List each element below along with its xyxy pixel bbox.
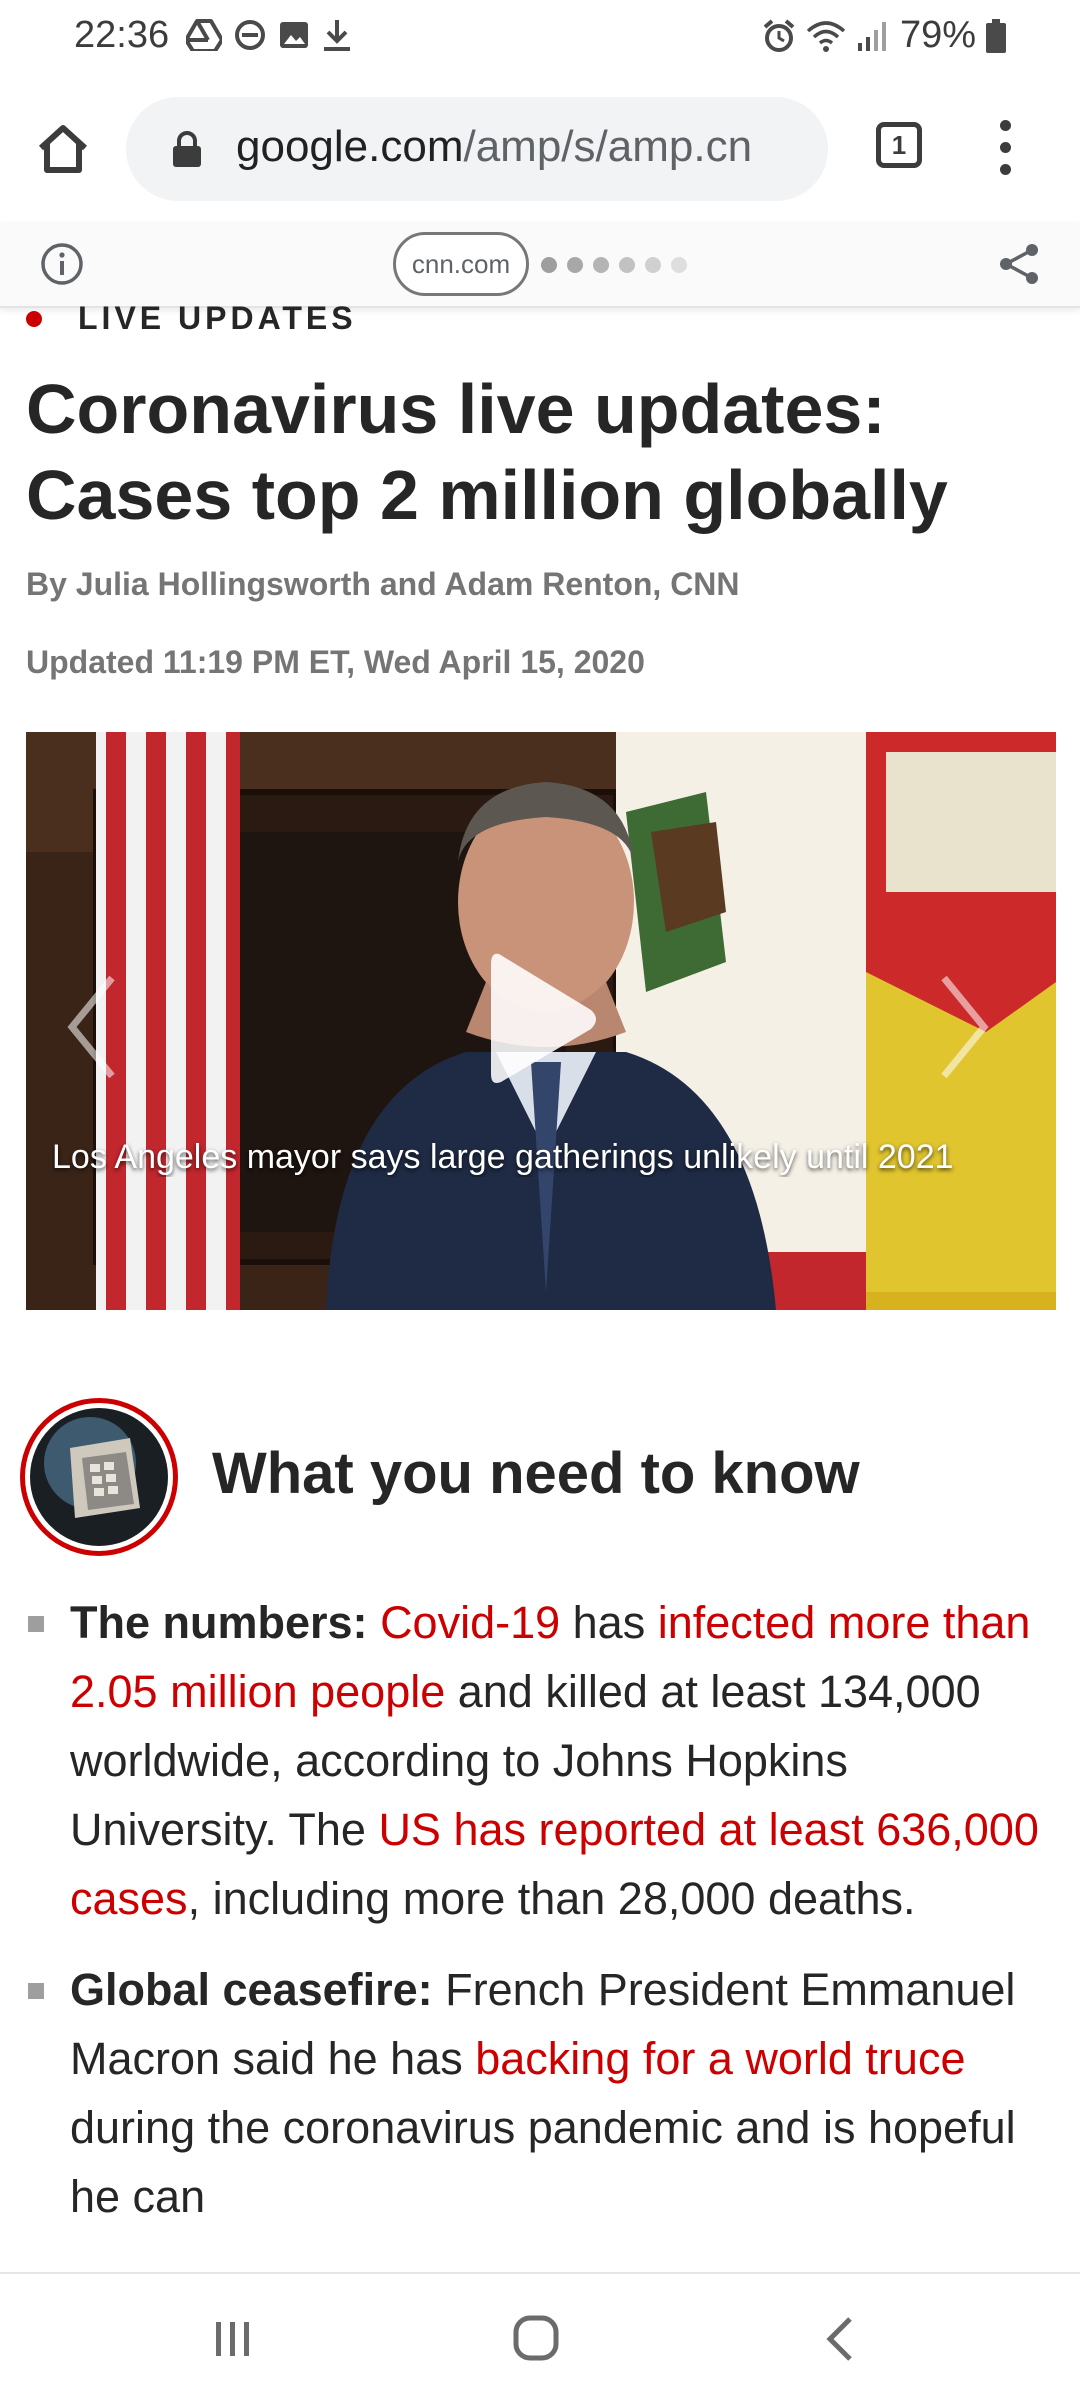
carousel-dot [593, 257, 609, 273]
do-not-disturb-icon [235, 20, 265, 50]
next-video-arrow-icon[interactable] [936, 972, 992, 1082]
url-domain: google.com [236, 122, 464, 171]
wifi-icon [806, 20, 846, 52]
carousel-dot [567, 257, 583, 273]
signal-icon [857, 21, 886, 51]
bullet-text [368, 1597, 381, 1648]
carousel-dot [645, 257, 661, 273]
amp-header: cnn.com [0, 222, 1080, 308]
carousel-dot [671, 257, 687, 273]
amp-source-pill[interactable]: cnn.com [393, 232, 529, 296]
bullet-text: , including more than 28,000 deaths. [187, 1873, 916, 1924]
amp-carousel-dots [541, 257, 687, 273]
live-updates-label: LIVE UPDATES [26, 300, 357, 337]
list-item: Global ceasefire: French President Emman… [26, 1955, 1056, 2231]
bullet-label: Global ceasefire: [70, 1964, 433, 2015]
status-bar: 22:36 79% [0, 0, 1080, 72]
lock-icon [173, 131, 201, 167]
bullet-square-icon [28, 1983, 44, 1999]
menu-dot-icon [999, 163, 1011, 175]
share-icon[interactable] [998, 242, 1042, 286]
status-icons-right: 79% [762, 14, 1006, 57]
status-time: 22:36 [74, 14, 170, 56]
home-button[interactable] [30, 116, 96, 182]
video-caption: Los Angeles mayor says large gatherings … [52, 1138, 954, 1176]
status-icons-left [186, 18, 352, 52]
article-updated-time: Updated 11:19 PM ET, Wed April 15, 2020 [26, 644, 645, 680]
article-headline: Coronavirus live updates: Cases top 2 mi… [26, 370, 948, 534]
live-updates-text: LIVE UPDATES [78, 300, 357, 336]
list-item: The numbers: Covid-19 has infected more … [26, 1588, 1056, 1933]
menu-dot-icon [999, 119, 1011, 131]
gallery-icon [280, 22, 308, 48]
info-icon[interactable] [40, 242, 84, 286]
home-nav-icon[interactable] [512, 2314, 560, 2362]
url-path: /amp/s/amp.cn [463, 122, 753, 171]
recent-apps-icon[interactable] [212, 2318, 254, 2360]
section-thumbnail [30, 1408, 168, 1546]
bullet-list: The numbers: Covid-19 has infected more … [26, 1588, 1056, 2266]
home-icon [38, 125, 88, 173]
previous-video-arrow-icon[interactable] [64, 972, 120, 1082]
carousel-dot [541, 257, 557, 273]
overflow-menu-button[interactable] [985, 114, 1025, 180]
play-icon[interactable] [481, 944, 601, 1094]
bullet-text: during the coronavirus pandemic and is h… [70, 2102, 1016, 2222]
battery-icon [986, 18, 1006, 53]
url-bar[interactable]: google.com/amp/s/amp.cn [126, 97, 828, 201]
browser-toolbar: google.com/amp/s/amp.cn 1 [0, 72, 1080, 222]
battery-percent: 79% [899, 14, 976, 56]
section-avatar [20, 1398, 178, 1556]
bullet-text: has [560, 1597, 658, 1648]
drive-icon [186, 19, 222, 51]
system-navigation-bar [0, 2272, 1080, 2402]
bullet-link[interactable]: Covid-19 [380, 1597, 560, 1648]
tab-switcher-button[interactable]: 1 [876, 122, 922, 168]
section-title: What you need to know [212, 1441, 860, 1506]
bullet-link[interactable]: backing for a world truce [475, 2033, 965, 2084]
video-player[interactable]: Los Angeles mayor says large gatherings … [26, 732, 1056, 1310]
bullet-label: The numbers: [70, 1597, 368, 1648]
menu-dot-icon [999, 141, 1011, 153]
article-byline[interactable]: By Julia Hollingsworth and Adam Renton, … [26, 566, 740, 603]
url-text: google.com/amp/s/amp.cn [236, 122, 752, 172]
alarm-icon [763, 18, 795, 52]
carousel-dot [619, 257, 635, 273]
live-dot-icon [26, 310, 42, 327]
bullet-square-icon [28, 1616, 44, 1632]
back-icon[interactable] [822, 2314, 858, 2364]
download-icon [324, 20, 350, 51]
